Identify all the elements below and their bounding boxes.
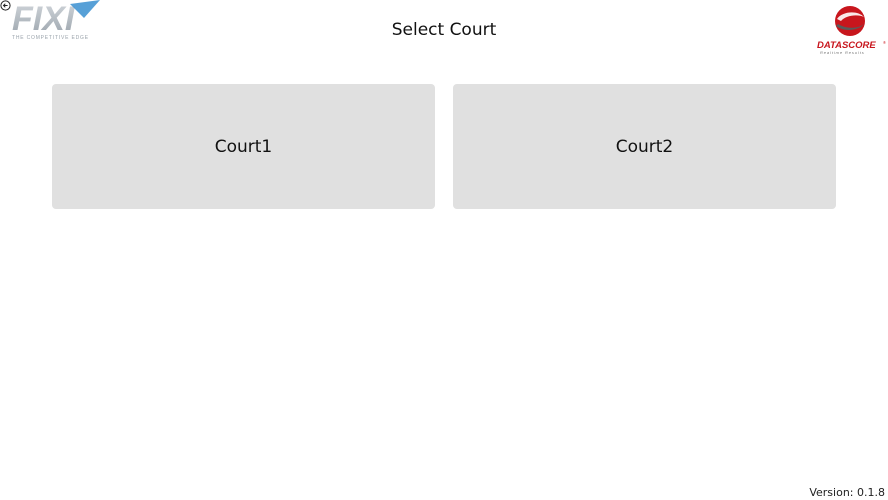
svg-text:Realtime Results: Realtime Results — [820, 50, 865, 55]
court-grid: Court1 Court2 — [52, 84, 836, 209]
svg-text:®: ® — [883, 40, 886, 45]
court1-label: Court1 — [214, 136, 273, 157]
page-title: Select Court — [391, 20, 497, 40]
datascore-logo: DATASCORE ® Realtime Results — [817, 6, 886, 55]
version-label: Version: 0.1.8 — [809, 486, 885, 499]
court1-button[interactable]: Court1 — [52, 84, 435, 209]
select-court-screen: FIXI THE COMPETITIVE EDGE Select Court D… — [0, 0, 888, 500]
court2-label: Court2 — [615, 136, 674, 157]
court2-button[interactable]: Court2 — [453, 84, 836, 209]
